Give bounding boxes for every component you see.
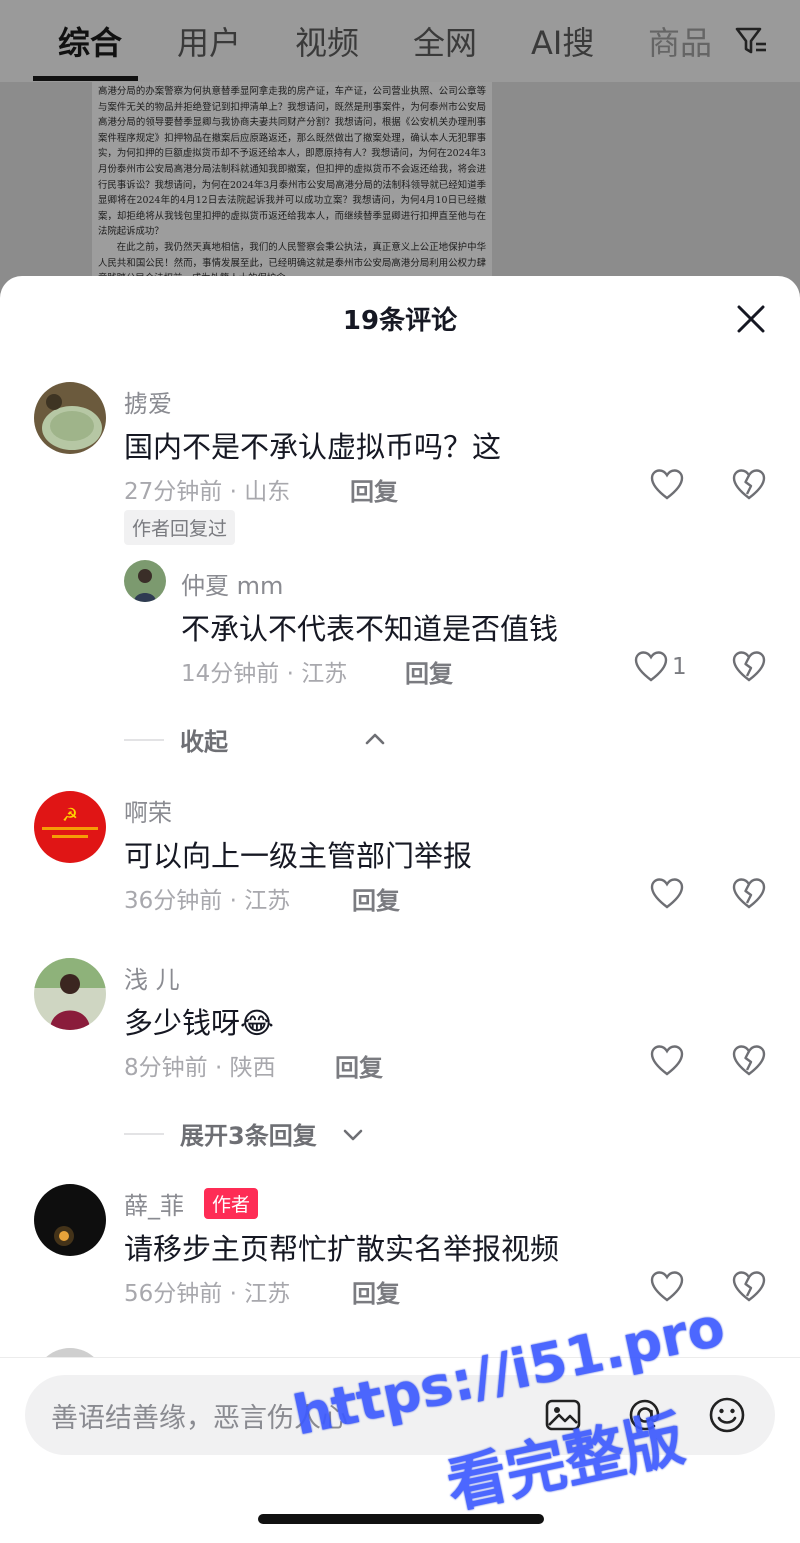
chevron-up-icon — [365, 733, 385, 745]
comment-text: 多少钱呀😂 — [124, 1006, 274, 1040]
reply-text: 不承认不代表不知道是否值钱 — [181, 612, 559, 646]
thread-divider — [124, 1133, 164, 1135]
heart-icon[interactable] — [650, 1044, 684, 1078]
document-paragraph-1: 高港分局的办案警察为何执意替季显阿拿走我的房产证，车产证，公司营业执照、公司公章… — [98, 86, 486, 238]
comment-time-location: 27分钟前 · 山东 — [124, 479, 291, 505]
tab-whole-web[interactable]: 全网 — [413, 18, 477, 64]
reply-username[interactable]: 仲夏 mm — [181, 566, 283, 601]
heart-icon[interactable] — [634, 650, 668, 684]
search-tabs-bar: 综合 用户 视频 全网 AI搜 商品 — [0, 0, 800, 82]
active-tab-underline — [33, 76, 138, 81]
comment-text: 请移步主页帮忙扩散实名举报视频 — [124, 1232, 560, 1266]
comment-username[interactable]: 掳爱 — [124, 384, 172, 419]
reply-button[interactable]: 回复 — [352, 1274, 400, 1309]
comment-username[interactable]: 薛_菲 — [124, 1186, 184, 1221]
comment-item: ☭ 啊荣 可以向上一级主管部门举报 36分钟前 · 江苏 回复 — [0, 789, 800, 929]
tab-users[interactable]: 用户 — [177, 18, 241, 64]
tab-products[interactable]: 商品 — [648, 18, 712, 64]
comment-time-location: 56分钟前 · 江苏 — [124, 1281, 291, 1307]
tab-videos[interactable]: 视频 — [295, 18, 359, 64]
heart-icon[interactable] — [650, 877, 684, 911]
comment-time-location: 8分钟前 · 陕西 — [124, 1055, 276, 1081]
avatar[interactable] — [34, 1184, 106, 1256]
heart-icon[interactable] — [650, 1270, 684, 1304]
broken-heart-icon[interactable] — [732, 650, 766, 684]
avatar[interactable] — [34, 382, 106, 454]
comment-item: 浅 儿 多少钱呀😂 8分钟前 · 陕西 回复 展开3条回复 — [0, 956, 800, 1156]
reply-button[interactable]: 回复 — [335, 1048, 383, 1083]
svg-text:☭: ☭ — [62, 805, 78, 826]
laughing-emoji-icon: 😂 — [240, 1006, 274, 1040]
thread-divider — [124, 739, 164, 741]
comment-time-location: 36分钟前 · 江苏 — [124, 888, 291, 914]
broken-heart-icon[interactable] — [732, 877, 766, 911]
reply-button[interactable]: 回复 — [350, 472, 398, 507]
comments-count-title: 19条评论 — [342, 306, 458, 336]
chevron-down-icon — [343, 1129, 363, 1141]
reply-button[interactable]: 回复 — [352, 881, 400, 916]
tab-ai-search[interactable]: AI搜 — [531, 18, 594, 64]
avatar[interactable]: ☭ — [34, 791, 106, 863]
close-icon[interactable] — [734, 302, 768, 336]
background-document-image: 高港分局的办案警察为何执意替季显阿拿走我的房产证，车产证，公司营业执照、公司公章… — [0, 82, 800, 302]
avatar[interactable] — [34, 958, 106, 1030]
comment-username[interactable]: 啊荣 — [124, 793, 172, 828]
reply-avatar[interactable] — [124, 560, 166, 602]
comment-item: 掳爱 国内不是不承认虚拟币吗？这 27分钟前 · 山东 回复 作者回复过 仲夏 … — [0, 380, 800, 756]
reply-like-count: 1 — [672, 654, 687, 680]
expand-label: 展开3条回复 — [180, 1122, 317, 1150]
collapse-replies-button[interactable]: 收起 — [124, 722, 524, 758]
comment-text: 国内不是不承认虚拟币吗？这 — [124, 430, 502, 464]
reply-button[interactable]: 回复 — [405, 654, 453, 689]
heart-icon[interactable] — [650, 468, 684, 502]
comment-item: 薛_菲 作者 请移步主页帮忙扩散实名举报视频 56分钟前 · 江苏 回复 — [0, 1182, 800, 1322]
tab-comprehensive[interactable]: 综合 — [58, 18, 122, 64]
emoji-icon[interactable] — [707, 1395, 747, 1435]
document-page: 高港分局的办案警察为何执意替季显阿拿走我的房产证，车产证，公司营业执照、公司公章… — [92, 82, 492, 302]
author-replied-tag: 作者回复过 — [124, 510, 236, 545]
home-indicator[interactable] — [258, 1514, 544, 1524]
comment-text: 可以向上一级主管部门举报 — [124, 839, 473, 873]
broken-heart-icon[interactable] — [732, 1270, 766, 1304]
filter-icon[interactable] — [734, 24, 768, 58]
expand-replies-button[interactable]: 展开3条回复 — [124, 1116, 524, 1152]
reply-time-location: 14分钟前 · 江苏 — [181, 661, 348, 687]
comment-username[interactable]: 浅 儿 — [124, 960, 180, 995]
broken-heart-icon[interactable] — [732, 468, 766, 502]
broken-heart-icon[interactable] — [732, 1044, 766, 1078]
collapse-label: 收起 — [180, 728, 228, 756]
author-badge: 作者 — [204, 1188, 259, 1219]
